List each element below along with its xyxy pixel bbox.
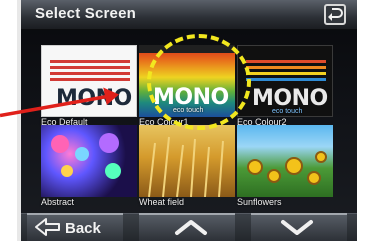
abstract-circle bbox=[75, 147, 89, 161]
tile-label: Wheat field bbox=[139, 197, 185, 207]
return-button[interactable] bbox=[324, 4, 346, 25]
tile-eco-colour2[interactable]: MONO eco touch bbox=[237, 45, 333, 117]
abstract-circle bbox=[61, 165, 73, 177]
chevron-up-icon bbox=[175, 220, 207, 235]
stripe bbox=[246, 66, 326, 69]
chevron-down-icon bbox=[281, 220, 313, 235]
stripe bbox=[246, 60, 326, 63]
sunflower bbox=[315, 151, 327, 163]
stripe bbox=[246, 72, 326, 75]
eco-touch-label: eco touch bbox=[272, 108, 303, 115]
sunflower bbox=[247, 159, 263, 175]
tile-label: Sunflowers bbox=[237, 197, 282, 207]
sunflower bbox=[267, 169, 281, 183]
sunflower bbox=[285, 157, 303, 175]
abstract-circle bbox=[105, 163, 121, 179]
return-icon bbox=[328, 8, 343, 21]
highlight-circle bbox=[147, 34, 251, 130]
sunflower bbox=[307, 171, 321, 185]
tile-sunflowers[interactable] bbox=[237, 125, 333, 197]
back-label: Back bbox=[65, 220, 101, 237]
stripe bbox=[246, 78, 326, 81]
tile-wheat-field[interactable] bbox=[139, 125, 235, 197]
pointer-arrow bbox=[0, 87, 119, 118]
device-bezel-right bbox=[357, 0, 365, 241]
tile-label: Abstract bbox=[41, 197, 75, 207]
back-arrow-icon bbox=[35, 218, 60, 236]
wheat-image bbox=[148, 136, 224, 197]
